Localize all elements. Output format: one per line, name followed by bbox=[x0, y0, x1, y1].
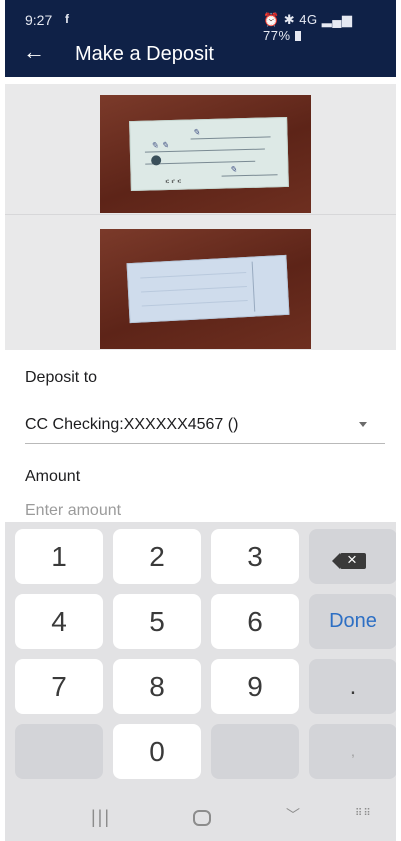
key-8[interactable]: 8 bbox=[113, 659, 201, 714]
deposit-account-select[interactable]: CC Checking:XXXXXX4567 () bbox=[25, 416, 238, 434]
key-7[interactable]: 7 bbox=[15, 659, 103, 714]
signature-mark: ✎ bbox=[229, 165, 238, 176]
key-4[interactable]: 4 bbox=[15, 594, 103, 649]
key-6[interactable]: 6 bbox=[211, 594, 299, 649]
check-images-area: ✎ ✎ ✎ ✎ ⑆ ⑈ ⑆ bbox=[5, 84, 396, 350]
deposit-to-label: Deposit to bbox=[25, 369, 98, 386]
key-9[interactable]: 9 bbox=[211, 659, 299, 714]
done-button[interactable]: Done bbox=[309, 594, 396, 649]
amount-input[interactable] bbox=[25, 500, 385, 522]
deposit-form: Deposit to CC Checking:XXXXXX4567 () Amo… bbox=[5, 350, 396, 522]
home-icon[interactable] bbox=[193, 810, 211, 826]
battery-icon bbox=[294, 31, 301, 41]
key-3[interactable]: 3 bbox=[211, 529, 299, 584]
key-2[interactable]: 2 bbox=[113, 529, 201, 584]
chevron-down-icon[interactable] bbox=[359, 422, 367, 427]
status-time: 9:27 bbox=[25, 12, 53, 28]
check-line bbox=[190, 136, 271, 140]
check-back-paper bbox=[126, 254, 290, 324]
amount-label: Amount bbox=[25, 468, 81, 485]
key-blank bbox=[211, 724, 299, 779]
status-bar: 9:27 f ⏰ ✱ 4G ▂▄▆ 77% bbox=[25, 12, 376, 43]
numeric-keyboard: 1 2 3 4 5 6 Done 7 8 9 . 0 , bbox=[5, 522, 396, 841]
check-front-paper: ✎ ✎ ✎ ✎ ⑆ ⑈ ⑆ bbox=[129, 116, 289, 192]
back-stripe bbox=[140, 271, 247, 279]
image-divider bbox=[5, 214, 396, 215]
check-back-image[interactable] bbox=[100, 229, 311, 349]
app-header: 9:27 f ⏰ ✱ 4G ▂▄▆ 77% ← Make a Deposit bbox=[5, 0, 396, 77]
handwriting-payee: ✎ ✎ bbox=[150, 141, 169, 152]
page-title: Make a Deposit bbox=[75, 43, 214, 65]
status-icons-text: ⏰ ✱ 4G ▂▄▆ 77% bbox=[263, 12, 353, 43]
hide-keyboard-icon[interactable]: ﹀ bbox=[286, 805, 300, 825]
status-icons: ⏰ ✱ 4G ▂▄▆ 77% bbox=[263, 12, 376, 43]
micr-line: ⑆ ⑈ ⑆ bbox=[165, 178, 181, 186]
key-1[interactable]: 1 bbox=[15, 529, 103, 584]
back-stripe bbox=[141, 299, 248, 307]
recent-apps-icon[interactable]: ||| bbox=[91, 807, 111, 828]
select-underline bbox=[25, 443, 385, 444]
facebook-notification-icon: f bbox=[65, 12, 69, 26]
arrow-left-icon[interactable]: ← bbox=[23, 41, 45, 64]
key-comma[interactable]: , bbox=[309, 724, 396, 779]
phone-screen: 9:27 f ⏰ ✱ 4G ▂▄▆ 77% ← Make a Deposit ✎… bbox=[5, 0, 396, 841]
system-nav-bar: ||| ﹀ ⠿⠿ bbox=[5, 795, 396, 841]
back-stripe bbox=[141, 285, 247, 293]
check-front-image[interactable]: ✎ ✎ ✎ ✎ ⑆ ⑈ ⑆ bbox=[100, 95, 311, 213]
key-blank bbox=[15, 724, 103, 779]
endorsement-area bbox=[251, 260, 281, 312]
key-dot[interactable]: . bbox=[309, 659, 396, 714]
key-0[interactable]: 0 bbox=[113, 724, 201, 779]
keyboard-switch-icon[interactable]: ⠿⠿ bbox=[355, 808, 372, 819]
handwriting-date: ✎ bbox=[192, 128, 201, 139]
backspace-key[interactable] bbox=[309, 529, 396, 584]
check-line bbox=[145, 160, 256, 165]
key-5[interactable]: 5 bbox=[113, 594, 201, 649]
backspace-icon bbox=[332, 547, 366, 573]
